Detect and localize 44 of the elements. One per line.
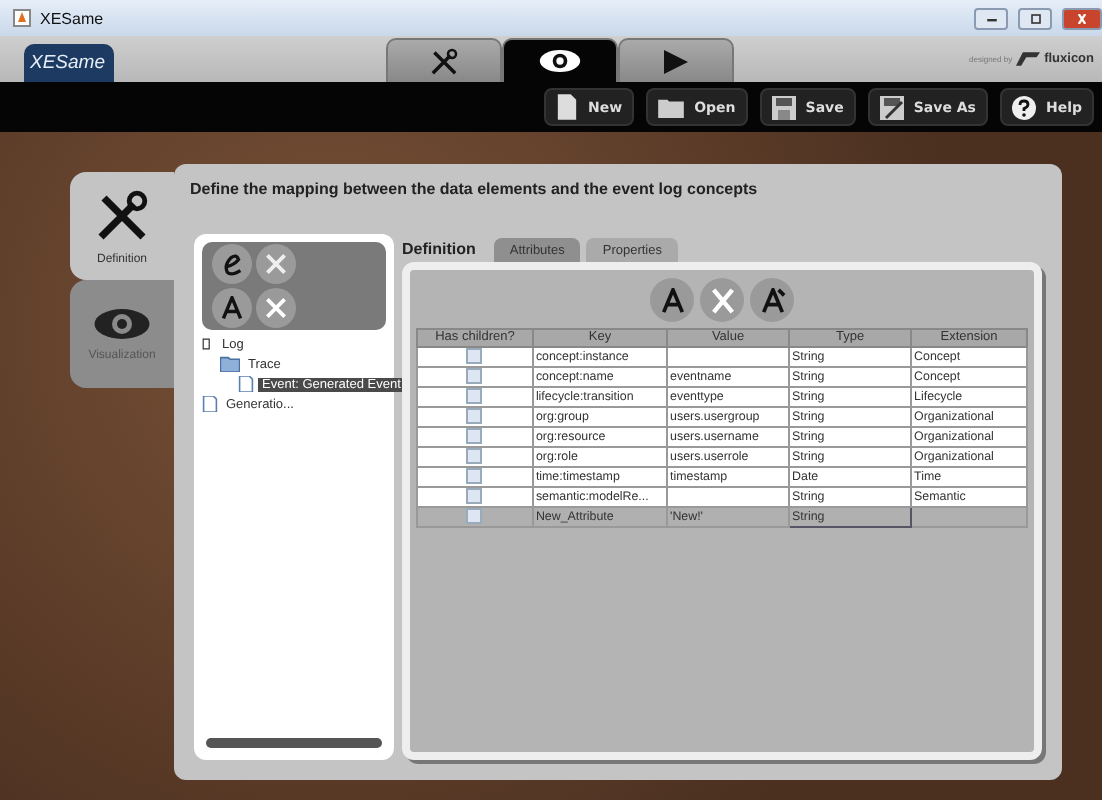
log-icon — [202, 336, 214, 352]
minimize-button[interactable] — [974, 7, 1008, 29]
checkbox[interactable] — [466, 368, 483, 385]
floppy-icon — [771, 95, 796, 119]
eye-icon — [538, 48, 582, 74]
folder-icon — [220, 356, 240, 372]
checkbox[interactable] — [466, 348, 483, 365]
checkbox[interactable] — [466, 508, 483, 525]
document-icon — [238, 376, 254, 392]
document-icon — [202, 396, 218, 412]
remove-element-icon[interactable] — [256, 244, 296, 284]
add-attribute-icon[interactable] — [212, 288, 252, 328]
help-icon — [1011, 95, 1036, 119]
app-icon — [12, 8, 32, 28]
checkbox[interactable] — [466, 448, 483, 465]
heading: Define the mapping between the data elements and the event log concepts — [190, 180, 760, 198]
close-button[interactable] — [1062, 7, 1102, 29]
checkbox[interactable] — [466, 388, 483, 405]
checkbox[interactable] — [466, 488, 483, 505]
checkbox[interactable] — [466, 428, 483, 445]
section-label: Definition — [402, 239, 476, 257]
checkbox[interactable] — [466, 408, 483, 425]
add-attribute-icon[interactable] — [650, 278, 694, 322]
play-icon — [662, 47, 690, 75]
edit-attribute-icon[interactable] — [750, 278, 794, 322]
tools-icon — [428, 45, 460, 77]
document-icon — [556, 94, 578, 120]
floppy-pencil-icon — [879, 95, 904, 119]
app-logo: XESame — [24, 44, 114, 82]
folder-icon — [658, 96, 685, 118]
checkbox[interactable] — [466, 468, 483, 485]
maximize-button[interactable] — [1018, 7, 1052, 29]
mode-tab[interactable] — [386, 38, 502, 82]
brand-icon — [1016, 52, 1041, 66]
close-icon — [1074, 13, 1090, 23]
add-element-icon[interactable] — [212, 244, 252, 284]
maximize-icon — [1027, 13, 1043, 23]
scrollbar[interactable] — [206, 738, 382, 748]
mode-tab[interactable] — [502, 38, 618, 82]
remove-attribute-icon[interactable] — [256, 288, 296, 328]
minimize-icon — [983, 13, 999, 23]
eye-icon — [92, 306, 152, 342]
window-title: XESame — [40, 9, 104, 27]
mode-tab[interactable] — [618, 38, 734, 82]
